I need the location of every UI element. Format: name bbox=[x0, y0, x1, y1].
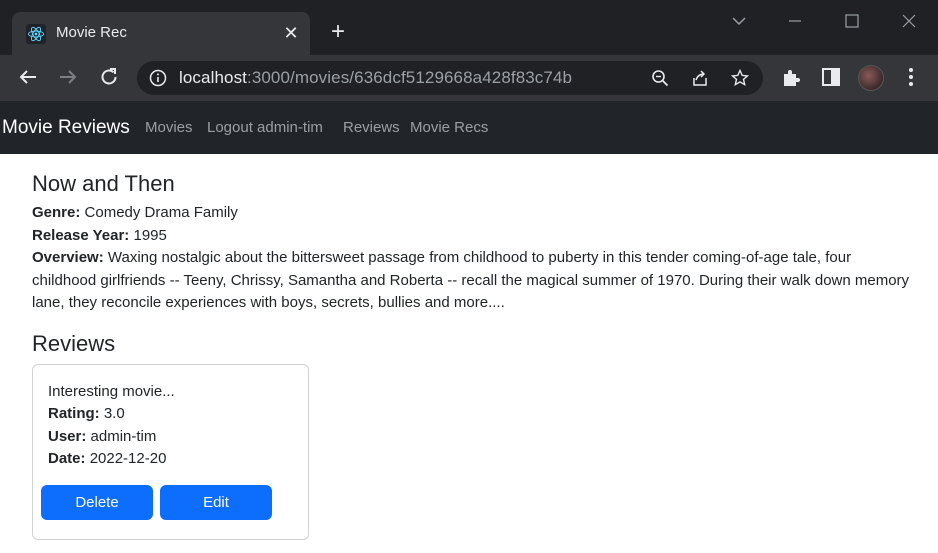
profile-avatar[interactable] bbox=[858, 65, 884, 91]
movie-genre: Genre: Comedy Drama Family bbox=[32, 202, 912, 225]
overview-label: Overview: bbox=[32, 249, 104, 266]
rating-label: Rating: bbox=[48, 405, 100, 422]
user-label: User: bbox=[48, 428, 87, 445]
overview-text-line-2: childhood girlfriends -- Teeny, Chrissy,… bbox=[32, 272, 910, 289]
share-icon[interactable] bbox=[691, 69, 709, 87]
edit-review-button[interactable]: Edit bbox=[160, 485, 272, 520]
review-user: User: admin-tim bbox=[48, 428, 156, 445]
user-value: admin-tim bbox=[90, 428, 157, 445]
url-host: localhost bbox=[179, 68, 247, 87]
tab-title: Movie Rec bbox=[56, 24, 127, 41]
url-path: :3000/movies/636dcf5129668a428f83c74b bbox=[247, 68, 573, 87]
chrome-menu-icon[interactable] bbox=[899, 65, 923, 89]
date-label: Date: bbox=[48, 450, 86, 467]
movie-release-year: Release Year: 1995 bbox=[32, 225, 912, 248]
navbar-brand[interactable]: Movie Reviews bbox=[2, 117, 130, 139]
nav-link-logout[interactable]: Logout admin-tim bbox=[207, 119, 323, 136]
maximize-icon[interactable] bbox=[841, 10, 863, 32]
new-tab-icon[interactable]: + bbox=[326, 20, 350, 44]
reviews-heading: Reviews bbox=[32, 331, 116, 356]
release-year-value: 1995 bbox=[133, 227, 167, 244]
date-value: 2022-12-20 bbox=[89, 450, 167, 467]
reload-icon[interactable] bbox=[97, 65, 121, 89]
extensions-puzzle-icon[interactable] bbox=[780, 65, 804, 89]
back-arrow-icon[interactable] bbox=[16, 65, 40, 89]
site-info-icon[interactable] bbox=[149, 69, 167, 87]
side-panel-icon[interactable] bbox=[819, 65, 843, 89]
tab-close-icon[interactable]: ✕ bbox=[280, 22, 302, 44]
review-text: Interesting movie... bbox=[48, 383, 175, 400]
url-text: localhost:3000/movies/636dcf5129668a428f… bbox=[179, 68, 572, 88]
movie-overview: Overview: Waxing nostalgic about the bit… bbox=[32, 247, 912, 270]
browser-tab-strip: Movie Rec ✕ + bbox=[0, 0, 938, 55]
browser-toolbar: localhost:3000/movies/636dcf5129668a428f… bbox=[0, 55, 938, 101]
nav-link-movies[interactable]: Movies bbox=[145, 119, 193, 136]
release-year-label: Release Year: bbox=[32, 227, 130, 244]
tab-search-chevron-icon[interactable] bbox=[728, 10, 750, 32]
nav-link-reviews[interactable]: Reviews bbox=[343, 119, 400, 136]
forward-arrow-icon[interactable] bbox=[56, 65, 80, 89]
genre-label: Genre: bbox=[32, 204, 81, 221]
minimize-icon[interactable] bbox=[784, 10, 806, 32]
bookmark-star-icon[interactable] bbox=[730, 68, 750, 87]
review-rating: Rating: 3.0 bbox=[48, 405, 125, 422]
overview-text-line-3: lane, they reconcile experiences with bo… bbox=[32, 294, 505, 311]
overview-text-line-1: Waxing nostalgic about the bittersweet p… bbox=[107, 249, 852, 266]
delete-review-button[interactable]: Delete bbox=[41, 485, 153, 520]
rating-value: 3.0 bbox=[103, 405, 125, 422]
movie-title: Now and Then bbox=[32, 171, 175, 196]
app-navbar: Movie Reviews Movies Logout admin-tim Re… bbox=[0, 101, 938, 154]
review-card: Interesting movie... Rating: 3.0 User: a… bbox=[32, 364, 309, 540]
nav-link-movie-recs[interactable]: Movie Recs bbox=[410, 119, 488, 136]
zoom-icon[interactable] bbox=[651, 69, 669, 87]
genre-value: Comedy Drama Family bbox=[84, 204, 238, 221]
review-date: Date: 2022-12-20 bbox=[48, 450, 166, 467]
browser-tab[interactable]: Movie Rec ✕ bbox=[12, 12, 310, 55]
address-bar[interactable]: localhost:3000/movies/636dcf5129668a428f… bbox=[137, 61, 763, 95]
react-logo-icon bbox=[26, 24, 46, 44]
window-close-icon[interactable] bbox=[898, 10, 920, 32]
